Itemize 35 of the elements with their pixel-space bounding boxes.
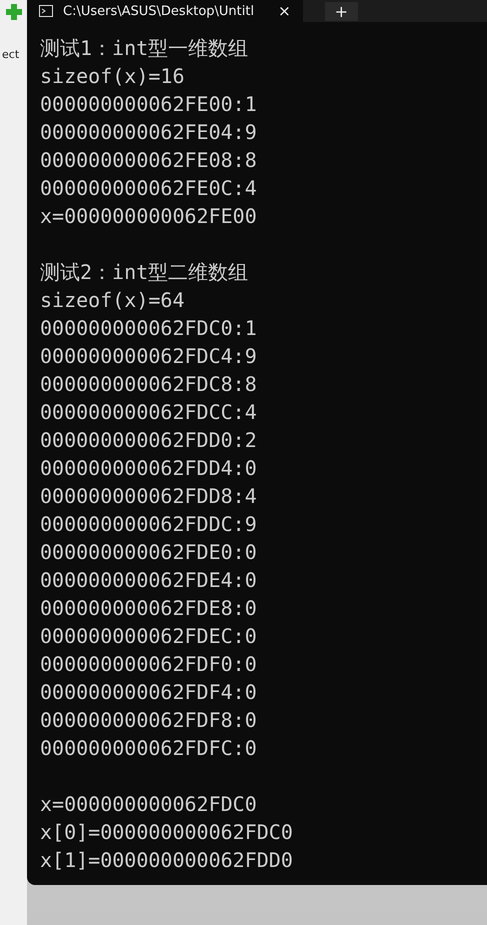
tab-title: C:\Users\ASUS\Desktop\Untitl [63,4,254,18]
output-line: sizeof(x)=16 [40,63,186,90]
new-tab-button[interactable]: + [324,2,358,20]
output-line: 测试1：int型一维数组 [40,35,250,62]
output-line: 000000000062FDF4:0 [40,679,258,706]
output-line: 000000000062FE08:8 [40,147,258,174]
output-line: 000000000062FDC4:9 [40,343,258,370]
output-line: x[1]=000000000062FDD0 [40,847,294,874]
output-line: 000000000062FDD0:2 [40,427,258,454]
output-line: x=000000000062FDC0 [40,791,258,818]
output-line: 000000000062FDE0:0 [40,539,258,566]
output-line: 000000000062FDE8:0 [40,595,258,622]
output-line: 000000000062FDC8:8 [40,371,258,398]
output-line: 000000000062FDDC:9 [40,511,258,538]
output-line: 000000000062FDCC:4 [40,399,258,426]
output-line: x=000000000062FE00 [40,203,258,230]
terminal-icon [39,5,53,17]
close-button[interactable]: × [278,2,291,20]
output-line: 000000000062FDD4:0 [40,455,258,482]
output-line: 测试2：int型二维数组 [40,259,250,286]
output-line: 000000000062FE00:1 [40,91,258,118]
output-line: 000000000062FDD8:4 [40,483,258,510]
output-line: 000000000062FDF0:0 [40,651,258,678]
add-icon[interactable] [6,4,22,20]
panel-label: ect [2,48,20,61]
terminal-tab[interactable]: C:\Users\ASUS\Desktop\Untitl × [27,0,303,22]
output-line: 000000000062FDC0:1 [40,315,258,342]
output-line: 000000000062FE04:9 [40,119,258,146]
output-line: x[0]=000000000062FDC0 [40,819,294,846]
output-line: 000000000062FE0C:4 [40,175,258,202]
output-line: 000000000062FDEC:0 [40,623,258,650]
output-line: sizeof(x)=64 [40,287,186,314]
output-line: 000000000062FDFC:0 [40,735,258,762]
output-line: 000000000062FDF8:0 [40,707,258,734]
output-line: 000000000062FDE4:0 [40,567,258,594]
